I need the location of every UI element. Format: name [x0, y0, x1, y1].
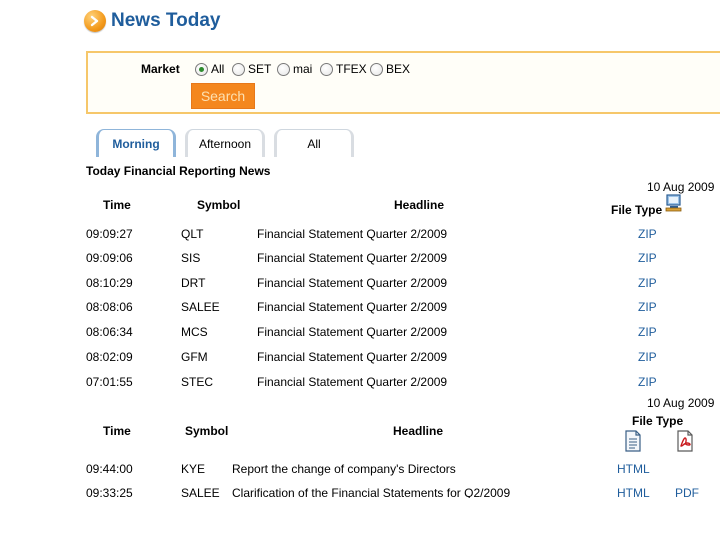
- pdf-document-icon[interactable]: [675, 430, 695, 452]
- table1-row5-symbol: MCS: [181, 325, 208, 339]
- radio-all[interactable]: All: [195, 62, 224, 76]
- radio-all-label: All: [211, 62, 225, 76]
- table2-row1-symbol: KYE: [181, 462, 206, 476]
- table1-row2-symbol: SIS: [181, 251, 201, 265]
- radio-bex[interactable]: BEX: [370, 62, 410, 76]
- table2-row2-headline[interactable]: Clarification of the Financial Statement…: [232, 486, 510, 498]
- tab-afternoon[interactable]: Afternoon: [185, 129, 265, 157]
- table1-header-filetype: File Type: [611, 203, 663, 217]
- table1-row2-time: 09:09:06: [86, 251, 133, 265]
- table2-date: 10 Aug 2009: [647, 396, 715, 410]
- tab-morning[interactable]: Morning: [96, 129, 176, 157]
- radio-bex-label: BEX: [386, 62, 411, 76]
- table2-header-symbol: Symbol: [185, 424, 229, 438]
- table1-date: 10 Aug 2009: [647, 180, 715, 194]
- arrow-right-icon: [84, 10, 106, 32]
- table1-row7-zip-link[interactable]: ZIP: [638, 375, 657, 389]
- table1-header-headline: Headline: [394, 198, 445, 212]
- radio-mai-label: mai: [293, 62, 313, 76]
- table2-row1-html-link[interactable]: HTML: [617, 462, 650, 476]
- table2-row2-symbol: SALEE: [181, 486, 220, 498]
- radio-mai-button[interactable]: [277, 62, 290, 76]
- table1-row4-zip-link[interactable]: ZIP: [638, 300, 657, 314]
- radio-mai[interactable]: mai: [277, 62, 312, 76]
- table1-row4-symbol: SALEE: [181, 300, 220, 314]
- search-panel: [86, 51, 720, 114]
- table1-header-time: Time: [103, 198, 131, 212]
- radio-bex-button[interactable]: [370, 62, 383, 76]
- table1-header-symbol: Symbol: [197, 198, 241, 212]
- table1-row4-headline[interactable]: Financial Statement Quarter 2/2009: [257, 300, 447, 314]
- radio-tfex-button[interactable]: [320, 62, 333, 76]
- table1-row1-headline[interactable]: Financial Statement Quarter 2/2009: [257, 227, 447, 241]
- radio-all-button[interactable]: [195, 62, 208, 76]
- radio-set-label: SET: [248, 62, 272, 76]
- table2-row1-time: 09:44:00: [86, 462, 133, 476]
- table1-row1-zip-link[interactable]: ZIP: [638, 227, 657, 241]
- table2-row2-pdf-link[interactable]: PDF: [675, 486, 699, 498]
- table1-row7-symbol: STEC: [181, 375, 214, 389]
- search-button[interactable]: Search: [191, 83, 255, 109]
- table1-row1-time: 09:09:27: [86, 227, 133, 241]
- table1-row3-time: 08:10:29: [86, 276, 133, 290]
- tab-all[interactable]: All: [274, 129, 354, 157]
- table1-row2-zip-link[interactable]: ZIP: [638, 251, 657, 265]
- computer-download-icon[interactable]: [664, 193, 684, 213]
- market-label: Market: [141, 62, 180, 76]
- table1-row7-headline[interactable]: Financial Statement Quarter 2/2009: [257, 375, 447, 389]
- table2-header-headline: Headline: [393, 424, 444, 438]
- table1-row6-zip-link[interactable]: ZIP: [638, 350, 657, 364]
- table1-row1-symbol: QLT: [181, 227, 204, 241]
- table1-row3-headline[interactable]: Financial Statement Quarter 2/2009: [257, 276, 447, 290]
- table1-row4-time: 08:08:06: [86, 300, 133, 314]
- table2-row1-headline[interactable]: Report the change of company's Directors: [232, 462, 456, 476]
- table2-row2-html-link[interactable]: HTML: [617, 486, 650, 498]
- table2-header-filetype: File Type: [632, 414, 684, 428]
- table1-row6-symbol: GFM: [181, 350, 208, 364]
- radio-tfex[interactable]: TFEX: [320, 62, 367, 76]
- table1-row3-zip-link[interactable]: ZIP: [638, 276, 657, 290]
- table1-row5-headline[interactable]: Financial Statement Quarter 2/2009: [257, 325, 447, 339]
- table1-row3-symbol: DRT: [181, 276, 206, 290]
- radio-tfex-label: TFEX: [336, 62, 367, 76]
- radio-set-button[interactable]: [232, 62, 245, 76]
- radio-set[interactable]: SET: [232, 62, 271, 76]
- table2-row2-clip: 09:33:25 SALEE Clarification of the Fina…: [0, 484, 720, 498]
- html-document-icon[interactable]: [624, 430, 642, 452]
- section-title: Today Financial Reporting News: [86, 164, 271, 178]
- table1-row5-zip-link[interactable]: ZIP: [638, 325, 657, 339]
- table2-row2-time: 09:33:25: [86, 486, 133, 498]
- table1-row6-headline[interactable]: Financial Statement Quarter 2/2009: [257, 350, 447, 364]
- table1-row7-time: 07:01:55: [86, 375, 133, 389]
- page-title: News Today: [111, 10, 221, 31]
- table2-header-time: Time: [103, 424, 131, 438]
- table1-row2-headline[interactable]: Financial Statement Quarter 2/2009: [257, 251, 447, 265]
- table1-row5-time: 08:06:34: [86, 325, 133, 339]
- table1-row6-time: 08:02:09: [86, 350, 133, 364]
